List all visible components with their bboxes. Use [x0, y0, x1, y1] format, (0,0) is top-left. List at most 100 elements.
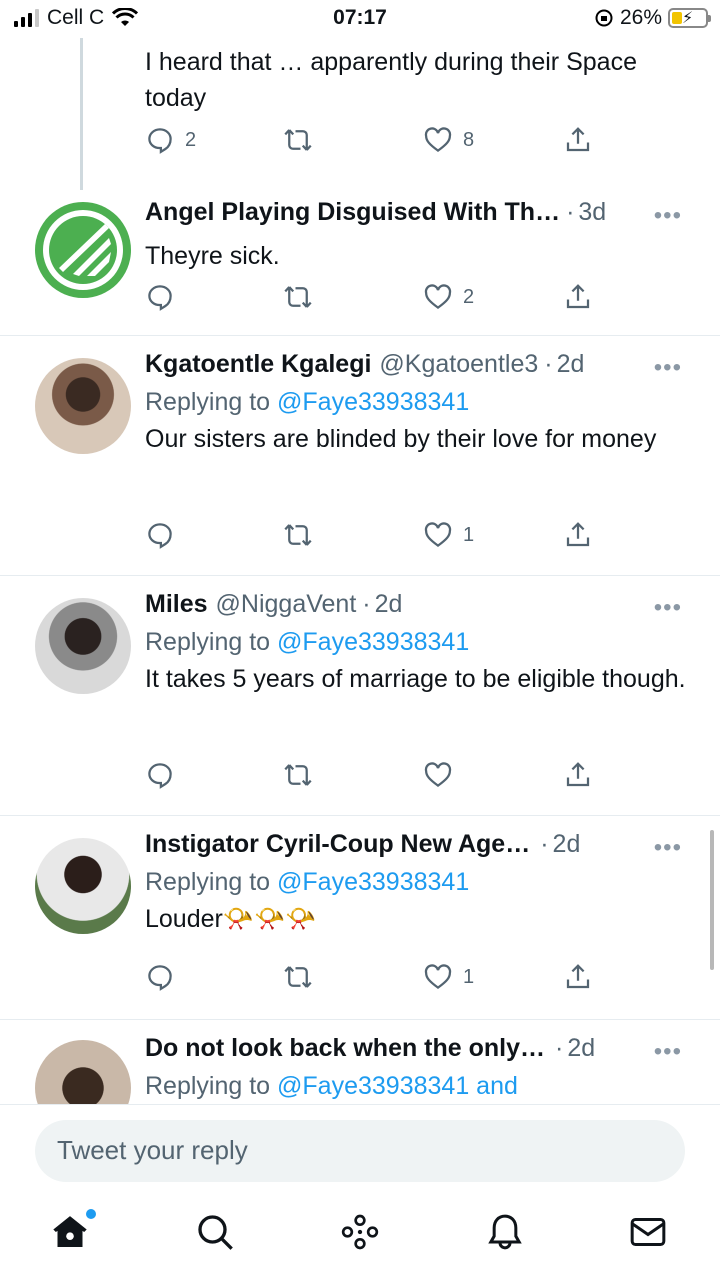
- retweet-button[interactable]: [283, 125, 313, 155]
- author-handle[interactable]: @NiggaVent: [216, 590, 357, 619]
- share-button[interactable]: [563, 520, 593, 550]
- reply-icon: [148, 763, 172, 789]
- author-name[interactable]: Angel Playing Disguised With Th…: [145, 198, 560, 227]
- share-button[interactable]: [563, 282, 593, 312]
- tweet-time[interactable]: 2d: [375, 590, 403, 619]
- retweet-icon: [284, 764, 312, 786]
- share-icon: [566, 284, 590, 309]
- avatar[interactable]: [35, 1040, 131, 1104]
- reply-input-placeholder: Tweet your reply: [57, 1135, 248, 1165]
- reply-input[interactable]: Tweet your reply: [35, 1120, 685, 1182]
- reply-to-handle-link[interactable]: @Faye33938341: [277, 388, 469, 416]
- retweet-button[interactable]: [283, 520, 313, 550]
- more-options-icon[interactable]: •••: [654, 202, 682, 230]
- scrollbar[interactable]: [710, 830, 714, 970]
- tweet[interactable]: Instigator Cyril-Coup New Age… · 2d ••• …: [0, 816, 720, 1020]
- tab-search[interactable]: [195, 1212, 239, 1256]
- tweet-actions: 1: [145, 962, 605, 1002]
- tweet[interactable]: Angel Playing Disguised With Th… · 3d ••…: [0, 190, 720, 336]
- separator-dot: ·: [566, 198, 575, 226]
- author-name[interactable]: Instigator Cyril-Coup New Age…: [145, 830, 530, 859]
- like-button[interactable]: 2: [423, 282, 474, 312]
- avatar[interactable]: [35, 358, 131, 454]
- search-icon: [198, 1215, 233, 1250]
- share-button[interactable]: [563, 125, 593, 155]
- tweet-time[interactable]: 2d: [567, 1034, 595, 1063]
- tweet[interactable]: I heard that … apparently during their S…: [0, 40, 720, 190]
- share-icon: [566, 127, 590, 152]
- author-name[interactable]: Do not look back when the only…: [145, 1034, 545, 1063]
- reply-button[interactable]: [145, 282, 175, 312]
- reply-button[interactable]: 2: [145, 125, 196, 155]
- reply-to-handle-link[interactable]: @Faye33938341 and: [277, 1072, 518, 1100]
- orientation-lock-icon: [595, 9, 613, 27]
- more-options-icon[interactable]: •••: [654, 354, 682, 382]
- tweet-time[interactable]: 2d: [557, 350, 585, 379]
- tweet-text: It takes 5 years of marriage to be eligi…: [145, 665, 686, 693]
- notifications-icon: [488, 1214, 522, 1250]
- battery-percent: 26%: [619, 6, 662, 29]
- tab-home[interactable]: [50, 1209, 96, 1256]
- retweet-button[interactable]: [283, 760, 313, 790]
- reply-to-handle-link[interactable]: @Faye33938341: [277, 868, 469, 896]
- heart-icon: [424, 762, 452, 788]
- retweet-icon: [284, 524, 312, 546]
- tweet-actions: 1: [145, 520, 605, 560]
- home-icon: [53, 1216, 87, 1247]
- tweet-text: Our sisters are blinded by their love fo…: [145, 425, 657, 453]
- tab-messages[interactable]: [628, 1212, 672, 1256]
- like-button[interactable]: [423, 760, 453, 790]
- separator-dot: ·: [540, 830, 549, 858]
- replying-to: Replying to @Faye33938341 and: [145, 1072, 700, 1101]
- tab-spaces[interactable]: [340, 1212, 384, 1256]
- avatar[interactable]: [35, 838, 131, 934]
- more-options-icon[interactable]: •••: [654, 594, 682, 622]
- tweet-actions: [145, 760, 605, 800]
- heart-icon: [424, 127, 452, 153]
- reply-to-handle-link[interactable]: @Faye33938341: [277, 628, 469, 656]
- reply-icon: [148, 285, 172, 311]
- like-button[interactable]: 1: [423, 520, 474, 550]
- reply-button[interactable]: [145, 520, 175, 550]
- bottom-tab-bar: [0, 1200, 720, 1280]
- heart-icon: [424, 964, 452, 990]
- replying-to-label: Replying to: [145, 1072, 271, 1100]
- like-count: 8: [463, 128, 475, 151]
- tab-notifications[interactable]: [485, 1212, 529, 1256]
- tweet-actions: 2 8: [145, 125, 605, 165]
- separator-dot: ·: [544, 350, 553, 378]
- tweet[interactable]: Kgatoentle Kgalegi @Kgatoentle3 · 2d •••…: [0, 336, 720, 576]
- more-options-icon[interactable]: •••: [654, 1038, 682, 1066]
- tweet[interactable]: Do not look back when the only… · 2d •••…: [0, 1020, 720, 1104]
- like-button[interactable]: 1: [423, 962, 474, 992]
- spaces-icon: [341, 1214, 379, 1250]
- retweet-button[interactable]: [283, 282, 313, 312]
- reply-button[interactable]: [145, 760, 175, 790]
- heart-icon: [424, 284, 452, 310]
- avatar[interactable]: [35, 598, 131, 694]
- status-bar: Cell C 07:17 26% ⚡: [0, 0, 720, 38]
- tweet-time[interactable]: 2d: [553, 830, 581, 859]
- messages-icon: [630, 1218, 666, 1246]
- author-name[interactable]: Miles: [145, 590, 208, 619]
- share-button[interactable]: [563, 760, 593, 790]
- more-options-icon[interactable]: •••: [654, 834, 682, 862]
- author-name[interactable]: Kgatoentle Kgalegi: [145, 350, 371, 379]
- brand-logo-icon: [43, 210, 123, 290]
- like-count: 1: [463, 523, 475, 546]
- replying-to: Replying to @Faye33938341: [145, 868, 700, 897]
- new-content-dot: [86, 1209, 96, 1219]
- tweet-text: Theyre sick.: [145, 242, 280, 270]
- reply-button[interactable]: [145, 962, 175, 992]
- tweet-time[interactable]: 3d: [578, 198, 606, 227]
- replying-to: Replying to @Faye33938341: [145, 388, 700, 417]
- share-button[interactable]: [563, 962, 593, 992]
- tweet-text: I heard that … apparently during their S…: [145, 48, 637, 112]
- retweet-button[interactable]: [283, 962, 313, 992]
- heart-icon: [424, 522, 452, 548]
- avatar[interactable]: [35, 202, 131, 298]
- author-handle[interactable]: @Kgatoentle3: [379, 350, 538, 379]
- like-count: 1: [463, 965, 475, 988]
- tweet[interactable]: Miles @NiggaVent · 2d ••• Replying to @F…: [0, 576, 720, 816]
- like-button[interactable]: 8: [423, 125, 474, 155]
